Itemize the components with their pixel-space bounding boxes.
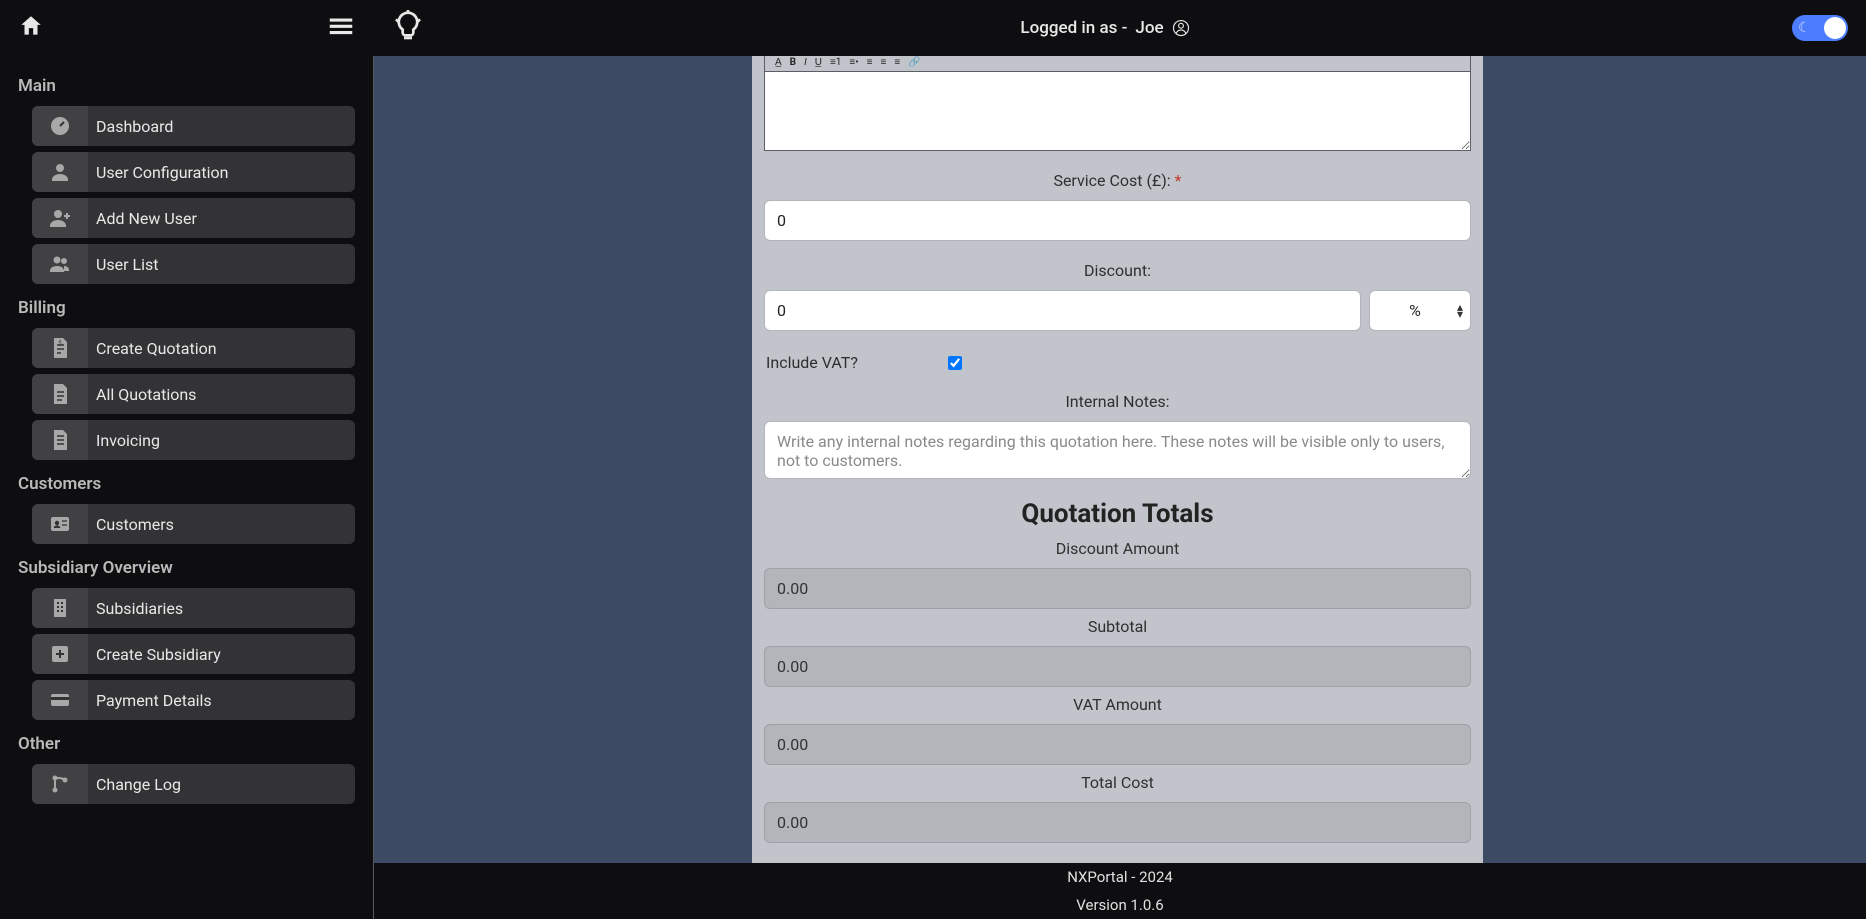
sidebar-item-label: Change Log [88, 775, 181, 794]
plus-square-icon [32, 634, 88, 674]
editor-I-button[interactable]: I [804, 57, 807, 68]
branch-icon [32, 764, 88, 804]
main: A̲ BI U̲ ≡1 ≡• ≡ ≡ ≡ 🔗 Service Cost (£): * Disco… [374, 56, 1866, 919]
sidebar-item-label: All Quotations [88, 385, 196, 404]
user-circle-icon[interactable] [1172, 19, 1190, 37]
users-icon [32, 244, 88, 284]
sidebar: Main Dashboard User Configuration Add New U… [0, 56, 374, 919]
include-vat-row: Include VAT? [764, 353, 1471, 372]
sidebar-item-add-new-user[interactable]: Add New User [32, 198, 355, 238]
sidebar-item-label: Add New User [88, 209, 197, 228]
internal-notes-label: Internal Notes: [764, 392, 1471, 411]
file-invoice-icon [32, 328, 88, 368]
editor-link-button[interactable]: 🔗 [908, 57, 920, 68]
subtotal-output [764, 646, 1471, 687]
editor-U-button[interactable]: U̲ [815, 57, 822, 68]
required-marker: * [1175, 171, 1182, 190]
editor-A-button[interactable]: A̲ [775, 57, 782, 68]
building-icon [32, 588, 88, 628]
total-cost-label: Total Cost [764, 773, 1471, 792]
sidebar-item-create-quotation[interactable]: Create Quotation [32, 328, 355, 368]
editor-align-center-button[interactable]: ≡ [880, 57, 886, 68]
nav-group-title: Subsidiary Overview [18, 558, 355, 578]
sidebar-item-user-configuration[interactable]: User Configuration [32, 152, 355, 192]
sidebar-item-label: User Configuration [88, 163, 228, 182]
quotation-form-panel: A̲ BI U̲ ≡1 ≡• ≡ ≡ ≡ 🔗 Service Cost (£): * Disco… [752, 56, 1483, 863]
nav-group-title: Main [18, 76, 355, 96]
service-cost-label-text: Service Cost (£): [1053, 171, 1174, 190]
address-card-icon [32, 504, 88, 544]
footer-line-2: Version 1.0.6 [1076, 896, 1163, 914]
internal-notes-textarea[interactable] [764, 421, 1471, 479]
theme-toggle[interactable]: ☾ [1792, 15, 1848, 41]
lightbulb-button[interactable] [392, 0, 424, 56]
logged-in-prefix: Logged in as - [1020, 18, 1127, 38]
sidebar-item-subsidiaries[interactable]: Subsidiaries [32, 588, 355, 628]
editor-toolbar: A̲ BI U̲ ≡1 ≡• ≡ ≡ ≡ 🔗 [765, 56, 1470, 72]
user-plus-icon [32, 198, 88, 238]
sidebar-item-label: Subsidiaries [88, 599, 183, 618]
sidebar-item-user-list[interactable]: User List [32, 244, 355, 284]
totals-heading: Quotation Totals [764, 499, 1471, 529]
sidebar-item-invoicing[interactable]: Invoicing [32, 420, 355, 460]
description-editor[interactable]: A̲ BI U̲ ≡1 ≡• ≡ ≡ ≡ 🔗 [764, 56, 1471, 151]
user-icon [32, 152, 88, 192]
include-vat-label: Include VAT? [766, 353, 858, 372]
vat-amount-output [764, 724, 1471, 765]
editor-area[interactable] [765, 72, 1470, 150]
editor-B-button[interactable]: B [790, 57, 796, 68]
editor-align-right-button[interactable]: ≡ [894, 57, 900, 68]
discount-input[interactable] [764, 290, 1361, 331]
service-cost-label: Service Cost (£): * [764, 171, 1471, 190]
sidebar-item-label: User List [88, 255, 159, 274]
sidebar-item-label: Customers [88, 515, 174, 534]
discount-unit-select-wrap: % ▴▾ [1369, 290, 1471, 331]
editor-list-ul-button[interactable]: ≡• [849, 57, 858, 68]
topbar-left [0, 0, 374, 56]
sidebar-item-label: Dashboard [88, 117, 173, 136]
dashboard-icon [32, 106, 88, 146]
logged-in-label: Logged in as - Joe [424, 18, 1786, 38]
menu-icon[interactable] [326, 11, 356, 45]
sidebar-item-label: Create Subsidiary [88, 645, 221, 664]
topbar: Logged in as - Joe ☾ [0, 0, 1866, 56]
topbar-right: ☾ [1786, 15, 1866, 41]
sidebar-item-label: Create Quotation [88, 339, 217, 358]
vat-amount-label: VAT Amount [764, 695, 1471, 714]
file-icon [32, 374, 88, 414]
discount-amount-label: Discount Amount [764, 539, 1471, 558]
toggle-knob [1824, 17, 1846, 39]
editor-list-ol-button[interactable]: ≡1 [830, 57, 841, 68]
lightbulb-icon [392, 10, 424, 46]
sidebar-item-label: Payment Details [88, 691, 212, 710]
discount-unit-select[interactable]: % [1369, 290, 1471, 331]
footer: NXPortal - 2024 Version 1.0.6 [374, 863, 1866, 919]
nav-group-title: Customers [18, 474, 355, 494]
nav-group-title: Billing [18, 298, 355, 318]
discount-row: % ▴▾ [764, 290, 1471, 331]
moon-icon: ☾ [1798, 20, 1811, 36]
credit-card-icon [32, 680, 88, 720]
logged-in-username: Joe [1135, 18, 1163, 38]
sidebar-item-dashboard[interactable]: Dashboard [32, 106, 355, 146]
editor-align-left-button[interactable]: ≡ [867, 57, 873, 68]
file-lines-icon [32, 420, 88, 460]
home-icon[interactable] [18, 13, 44, 43]
sidebar-item-change-log[interactable]: Change Log [32, 764, 355, 804]
sidebar-item-payment-details[interactable]: Payment Details [32, 680, 355, 720]
sidebar-item-label: Invoicing [88, 431, 160, 450]
footer-line-1: NXPortal - 2024 [1067, 868, 1173, 886]
sidebar-item-create-subsidiary[interactable]: Create Subsidiary [32, 634, 355, 674]
sidebar-item-customers[interactable]: Customers [32, 504, 355, 544]
include-vat-checkbox[interactable] [948, 356, 962, 370]
subtotal-label: Subtotal [764, 617, 1471, 636]
nav-group-title: Other [18, 734, 355, 754]
discount-label: Discount: [764, 261, 1471, 280]
discount-amount-output [764, 568, 1471, 609]
sidebar-item-all-quotations[interactable]: All Quotations [32, 374, 355, 414]
total-cost-output [764, 802, 1471, 843]
service-cost-input[interactable] [764, 200, 1471, 241]
